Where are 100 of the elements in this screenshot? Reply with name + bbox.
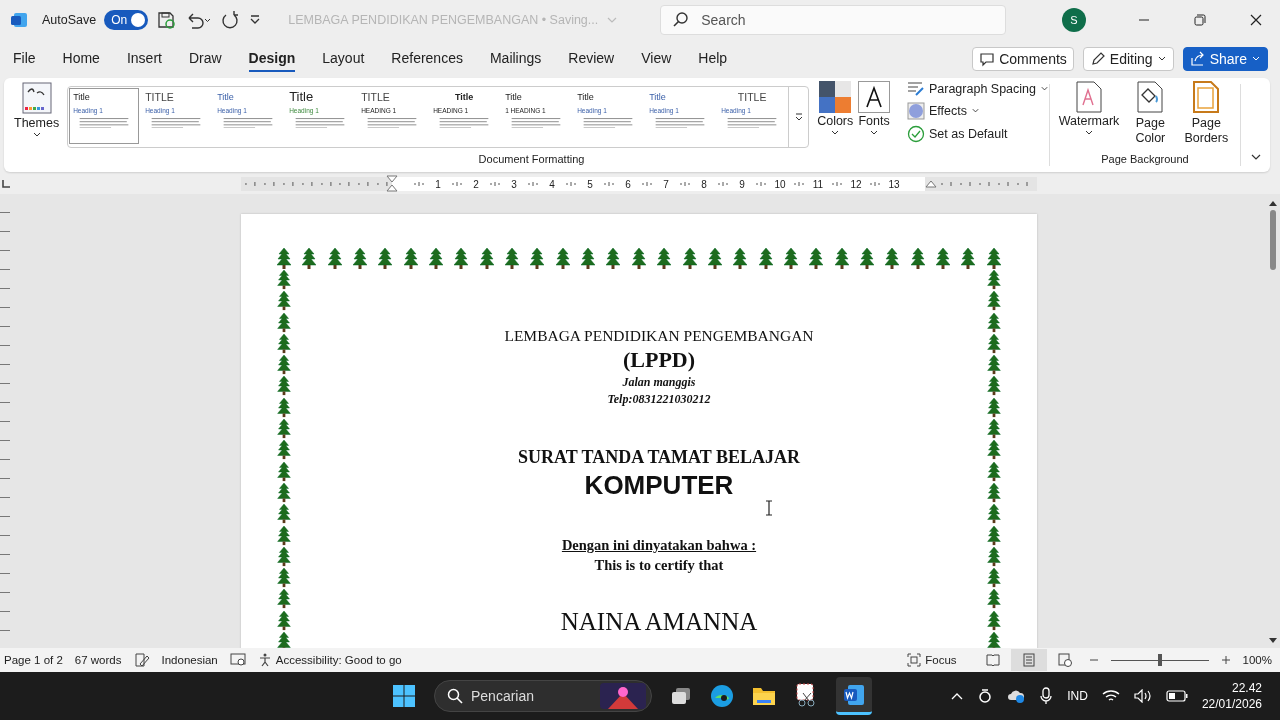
page-borders-button[interactable]: Page Borders <box>1181 81 1232 146</box>
scroll-down-icon[interactable] <box>1269 638 1277 644</box>
wifi-icon[interactable] <box>1101 689 1120 703</box>
menu-tab[interactable]: Draw <box>188 46 222 72</box>
ruler-number: 6 <box>624 178 632 190</box>
web-page-icon <box>1057 653 1072 667</box>
menu-tab[interactable]: Review <box>568 46 615 72</box>
fonts-button[interactable]: Fonts <box>857 81 891 137</box>
search-field[interactable]: Search <box>660 5 1007 35</box>
address-text: Jalan manggis <box>622 375 696 390</box>
menu-tab[interactable]: Design <box>248 46 296 72</box>
battery-icon[interactable] <box>1165 690 1188 702</box>
book-icon <box>985 653 1000 667</box>
menu-tab[interactable]: View <box>641 46 672 72</box>
snipping-tool-icon[interactable] <box>794 683 818 709</box>
ruler-number: 2 <box>472 178 480 190</box>
restore-icon[interactable] <box>1193 13 1207 27</box>
chevron-down-icon <box>970 107 980 115</box>
check-circle-icon <box>906 125 925 143</box>
microphone-icon[interactable] <box>1039 687 1054 705</box>
user-avatar[interactable]: S <box>1062 8 1086 32</box>
watermark-button[interactable]: Watermark <box>1058 81 1120 137</box>
style-title-sample: Title <box>649 91 666 103</box>
menu-tab[interactable]: Help <box>698 46 728 72</box>
zoom-slider-thumb[interactable] <box>1157 654 1162 666</box>
ruler-number: 5 <box>586 178 594 190</box>
indent-marker-icon[interactable] <box>925 180 937 188</box>
language-status[interactable]: Indonesian <box>161 654 218 666</box>
accessibility-status[interactable]: Accessibility: Good to go <box>257 653 402 667</box>
clock-date[interactable]: 22/01/2026 <box>1201 696 1262 712</box>
zoom-level[interactable]: 100% <box>1242 654 1272 666</box>
editing-button[interactable]: Editing <box>1082 47 1174 71</box>
ruler-ticks-icon <box>488 180 502 188</box>
institution-name: LEMBAGA PENDIDIKAN PENGEMBANGAN <box>504 327 814 345</box>
menu-tab[interactable]: Home <box>62 46 100 72</box>
style-title-sample: Title <box>289 91 314 103</box>
group-label: Page Background <box>1100 153 1190 165</box>
ruler-number: 13 <box>887 178 901 190</box>
ruler-ticks-icon <box>526 180 540 188</box>
search-highlight-icon <box>600 683 646 709</box>
set-as-default-button[interactable]: Set as Default <box>906 125 1049 143</box>
effects-button[interactable]: Effects <box>906 102 1049 120</box>
share-button[interactable]: Share <box>1182 47 1268 71</box>
ruler-number: 12 <box>849 178 863 190</box>
close-icon[interactable] <box>1249 13 1263 27</box>
ring-icon[interactable] <box>977 688 994 704</box>
menu-tab[interactable]: Insert <box>126 46 162 72</box>
style-title-sample: Title <box>73 91 90 103</box>
comments-button[interactable]: Comments <box>972 47 1074 71</box>
task-view-icon[interactable] <box>670 685 692 707</box>
style-title-sample: TITLE <box>737 91 767 103</box>
style-title-sample: TITLE <box>145 91 174 103</box>
ruler-ticks-icon <box>792 180 806 188</box>
focus-button[interactable]: Focus <box>907 653 957 667</box>
clock-time[interactable]: 22.42 <box>1231 680 1262 696</box>
certificate-title: SURAT TANDA TAMAT BELAJAR <box>518 447 800 468</box>
autosave-toggle[interactable]: On <box>104 10 149 30</box>
scrollbar-thumb[interactable] <box>1270 210 1276 270</box>
themes-button[interactable]: Themes <box>14 81 60 139</box>
chevron-up-icon[interactable] <box>951 691 964 701</box>
redo-icon[interactable] <box>220 10 241 30</box>
indent-marker-icon[interactable] <box>386 175 398 193</box>
font-letter-icon <box>858 81 891 113</box>
pencil-icon <box>1089 51 1106 67</box>
tab-stop-icon[interactable] <box>2 180 10 188</box>
menu-tab[interactable]: References <box>391 46 463 72</box>
save-icon[interactable] <box>156 10 177 30</box>
scroll-up-icon[interactable] <box>1269 200 1277 206</box>
ruler-ticks-icon <box>678 180 692 188</box>
ruler-ticks-icon <box>450 180 464 188</box>
search-icon <box>447 688 463 704</box>
colors-button[interactable]: Colors <box>817 81 854 137</box>
view-mode-button[interactable] <box>1010 649 1047 671</box>
paragraph-spacing-button[interactable]: Paragraph Spacing <box>906 81 1049 97</box>
text-predictions-icon[interactable] <box>229 653 246 667</box>
zoom-in-icon[interactable] <box>1220 655 1231 665</box>
folder-icon[interactable] <box>752 685 776 707</box>
page-color-button[interactable]: Page Color <box>1125 81 1176 146</box>
word-count[interactable]: 67 words <box>74 654 122 666</box>
ruler-ticks-icon <box>412 180 426 188</box>
collapse-ribbon-icon[interactable] <box>1250 152 1262 162</box>
menu-tab[interactable]: Layout <box>322 46 365 72</box>
menu-tab[interactable]: File <box>13 46 36 72</box>
ruler-number: 8 <box>700 178 708 190</box>
edge-browser-icon[interactable] <box>710 684 734 708</box>
institution-abbreviation: (LPPD) <box>622 347 696 373</box>
speaker-icon[interactable] <box>1133 689 1152 703</box>
windows-start-icon[interactable] <box>392 684 416 708</box>
chevron-down-icon <box>830 129 841 137</box>
cloud-icon[interactable] <box>1007 688 1026 704</box>
statement-text: Dengan ini dinyatakan bahwa : <box>561 537 757 554</box>
word-taskbar-button[interactable] <box>836 677 872 715</box>
ruler-ticks-icon <box>754 180 768 188</box>
input-language[interactable]: IND <box>1067 689 1088 703</box>
circle-effects-icon <box>906 102 925 120</box>
page-count[interactable]: Page 1 of 2 <box>4 654 63 666</box>
proofing-icon[interactable] <box>133 653 150 667</box>
menu-tab[interactable]: Mailings <box>489 46 542 72</box>
group-label: Document Formatting <box>477 153 586 165</box>
ruler-ticks-icon <box>564 180 578 188</box>
